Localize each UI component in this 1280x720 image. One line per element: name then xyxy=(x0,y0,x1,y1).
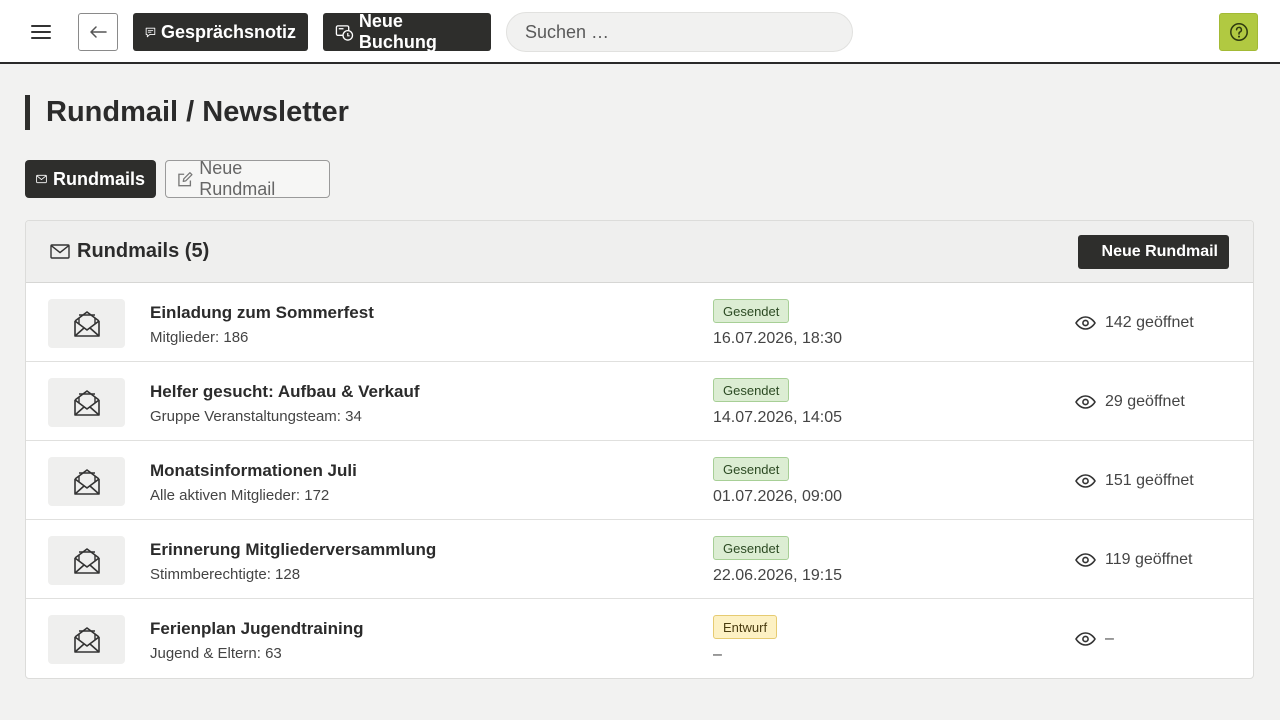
new-booking-button[interactable]: Neue Buchung xyxy=(323,11,491,52)
mail-icon xyxy=(50,244,70,259)
opened-count-text: 151 geöffnet xyxy=(1105,472,1194,489)
panel-header: Rundmails (5) Neue Rundmail xyxy=(26,221,1253,283)
edit-icon xyxy=(178,171,193,186)
mail-date: 22.06.2026, 19:15 xyxy=(713,567,843,584)
status-badge: Gesendet xyxy=(713,299,790,323)
mail-title: Monatsinformationen Juli xyxy=(150,461,357,480)
mail-recipients: Jugend & Eltern: 63 xyxy=(150,645,282,662)
envelope-open-icon xyxy=(48,457,125,506)
envelope-open-icon xyxy=(48,615,125,664)
status-badge: Gesendet xyxy=(713,457,790,481)
panel-title-text: Rundmails (5) xyxy=(77,240,210,262)
back-button[interactable] xyxy=(78,13,118,51)
mail-icon xyxy=(36,174,47,184)
page-title: Rundmail / Newsletter xyxy=(25,95,349,130)
eye-icon xyxy=(1075,553,1096,567)
tab-new-rundmail[interactable]: Neue Rundmail xyxy=(165,158,330,199)
mail-title: Erinnerung Mitgliederversammlung xyxy=(150,540,437,559)
new-rundmail-button[interactable]: Neue Rundmail xyxy=(1078,235,1229,269)
mail-date: 16.07.2026, 18:30 xyxy=(713,330,843,347)
envelope-open-icon xyxy=(48,378,125,427)
opened-count: 29 geöffnet xyxy=(1075,393,1185,411)
opened-count-text: – xyxy=(1105,630,1114,647)
eye-icon xyxy=(1075,474,1096,488)
opened-count: 142 geöffnet xyxy=(1075,314,1194,332)
opened-count: 119 geöffnet xyxy=(1075,551,1193,569)
status-badge: Gesendet xyxy=(713,378,790,402)
tab-new-rundmail-label: Neue Rundmail xyxy=(199,158,276,199)
new-booking-label: Neue Buchung xyxy=(358,11,437,52)
arrow-left-icon xyxy=(90,26,107,38)
opened-count: 151 geöffnet xyxy=(1075,472,1194,490)
rundmails-panel: Rundmails (5) Neue Rundmail Einladung zu… xyxy=(25,220,1254,679)
tab-rundmails-label: Rundmails xyxy=(52,168,145,189)
opened-count: – xyxy=(1075,630,1114,648)
help-button[interactable] xyxy=(1219,13,1258,51)
mail-recipients: Stimmberechtigte: 128 xyxy=(150,566,301,583)
mail-date: – xyxy=(713,646,722,663)
booking-clock-icon xyxy=(335,24,354,41)
eye-icon xyxy=(1075,395,1096,409)
hamburger-icon[interactable] xyxy=(28,20,54,44)
top-bar: Gesprächsnotiz Neue Buchung xyxy=(0,0,1280,64)
eye-icon xyxy=(1075,316,1096,330)
opened-count-text: 29 geöffnet xyxy=(1105,393,1185,410)
mail-title: Einladung zum Sommerfest xyxy=(150,303,374,322)
conversation-note-label: Gesprächsnotiz xyxy=(160,21,296,42)
mail-recipients: Alle aktiven Mitglieder: 172 xyxy=(150,487,330,504)
mail-recipients: Gruppe Veranstaltungsteam: 34 xyxy=(150,408,362,425)
message-note-icon xyxy=(145,27,156,37)
status-badge: Entwurf xyxy=(713,615,778,639)
mail-date: 14.07.2026, 14:05 xyxy=(713,409,843,426)
mail-row[interactable]: Helfer gesucht: Aufbau & Verkauf Gruppe … xyxy=(26,362,1253,441)
mail-title: Ferienplan Jugendtraining xyxy=(150,619,364,638)
mail-row[interactable]: Einladung zum Sommerfest Mitglieder: 186… xyxy=(26,283,1253,362)
mail-date: 01.07.2026, 09:00 xyxy=(713,488,843,505)
opened-count-text: 142 geöffnet xyxy=(1105,314,1194,331)
tab-rundmails[interactable]: Rundmails xyxy=(25,160,156,198)
opened-count-text: 119 geöffnet xyxy=(1105,551,1193,568)
search-input[interactable] xyxy=(506,12,853,52)
mail-recipients: Mitglieder: 186 xyxy=(150,329,249,346)
mail-row[interactable]: Ferienplan Jugendtraining Jugend & Elter… xyxy=(26,599,1253,678)
conversation-note-button[interactable]: Gesprächsnotiz xyxy=(133,13,308,51)
mail-title: Helfer gesucht: Aufbau & Verkauf xyxy=(150,382,420,401)
envelope-open-icon xyxy=(48,299,125,348)
status-badge: Gesendet xyxy=(713,536,790,560)
mail-row[interactable]: Monatsinformationen Juli Alle aktiven Mi… xyxy=(26,441,1253,520)
envelope-open-icon xyxy=(48,536,125,585)
help-icon xyxy=(1229,23,1248,41)
panel-title: Rundmails (5) xyxy=(50,240,209,263)
mail-row[interactable]: Erinnerung Mitgliederversammlung Stimmbe… xyxy=(26,520,1253,599)
eye-icon xyxy=(1075,632,1096,646)
